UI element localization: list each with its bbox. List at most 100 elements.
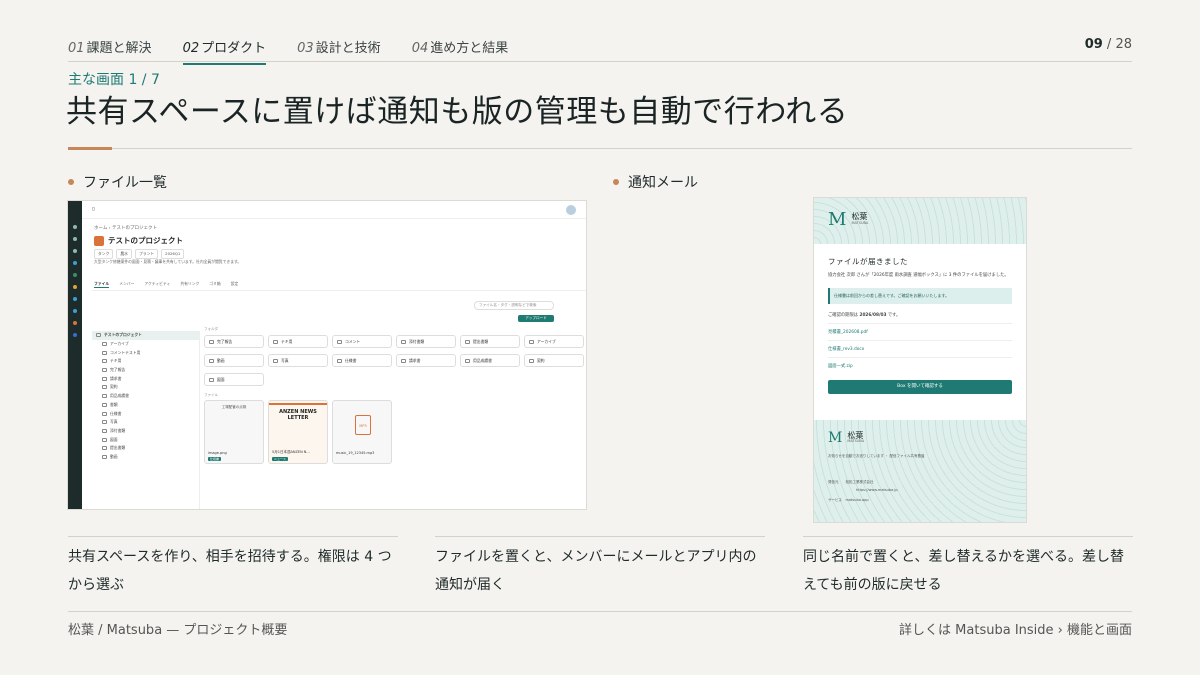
rail-icon — [73, 261, 77, 265]
tree-item[interactable]: 仕様書 — [92, 409, 199, 418]
footer-url[interactable]: https://www.matsuba.jp — [856, 488, 898, 492]
tree-item[interactable]: 添付書類 — [92, 427, 199, 436]
tree-item[interactable]: 書類 — [92, 401, 199, 410]
folder-icon — [102, 350, 107, 355]
due-prefix: ご確認の期限は — [828, 312, 859, 318]
folder-icon — [465, 339, 470, 344]
files-heading: ファイル — [204, 393, 218, 397]
tab-members[interactable]: メンバー — [119, 281, 134, 288]
folder-card[interactable]: 用品成績書 — [460, 354, 520, 367]
folder-name: コメント — [345, 338, 361, 344]
tree-item[interactable]: 図面 — [92, 435, 199, 444]
search-input[interactable]: ファイル名・タグ・説明などで検索 — [474, 301, 554, 310]
folder-card[interactable]: 写真 — [268, 354, 328, 367]
folder-icon — [102, 454, 107, 459]
folder-icon — [102, 359, 107, 364]
app-main: ▯ ホーム › テストのプロジェクト テストのプロジェクト タンク 農水 プラン… — [82, 201, 586, 509]
audio-file-icon: MP3 — [355, 415, 371, 435]
folder-card[interactable]: 完了報告 — [204, 335, 264, 348]
nav-item-label: プロダクト — [201, 41, 267, 56]
folder-card[interactable]: 図面 — [204, 373, 264, 386]
folder-icon — [273, 358, 278, 363]
footer-company: 松松工業株式会社 — [845, 480, 874, 484]
title-accent-bar — [68, 147, 112, 150]
folder-name: 用品成績書 — [473, 357, 492, 363]
footer-link[interactable]: 詳しくは Matsuba Inside › 機能と画面 — [899, 619, 1132, 638]
total-pages: 28 — [1115, 37, 1132, 52]
tree-item[interactable]: コメントテスト用 — [92, 348, 199, 357]
folder-card[interactable]: 動画 — [204, 354, 264, 367]
project-header: テストのプロジェクト — [94, 235, 183, 246]
folder-icon — [465, 358, 470, 363]
rail-icon — [73, 297, 77, 301]
preview-accent — [269, 403, 327, 405]
file-name: image.png — [208, 451, 227, 455]
upload-button[interactable]: アップロード — [518, 315, 554, 322]
logo-text: 松葉 MATSUBA — [851, 212, 868, 226]
nav-item-number: 01 — [68, 41, 85, 56]
due-text: ご確認の期限は 2026/08/03 です。 — [828, 312, 1012, 318]
breadcrumb[interactable]: ホーム › テストのプロジェクト — [94, 225, 157, 231]
tree-item[interactable]: 動画 — [92, 453, 199, 462]
tab-settings[interactable]: 設定 — [231, 281, 239, 288]
folder-card[interactable]: 請求書 — [396, 354, 456, 367]
folder-card[interactable]: 仕様書 — [332, 354, 392, 367]
folder-icon — [337, 339, 342, 344]
app-tabs: ファイル メンバー アクティビティ 共有リンク ゴミ箱 設定 — [94, 281, 238, 288]
folder-card[interactable]: 添付書類 — [396, 335, 456, 348]
divider — [803, 536, 1133, 537]
tree-item[interactable]: アーカイブ — [92, 340, 199, 349]
folder-icon — [102, 342, 107, 347]
chip[interactable]: タンク — [94, 249, 114, 259]
folder-card[interactable]: コメント — [332, 335, 392, 348]
nav-item-number: 03 — [297, 41, 314, 56]
file-link[interactable]: 仕様書_rev3.docx — [828, 339, 1012, 357]
rail-icon — [73, 321, 77, 325]
chip[interactable]: 農水 — [116, 249, 132, 259]
folder-card[interactable]: アーカイブ — [524, 335, 584, 348]
nav-item-label: 進め方と結果 — [430, 41, 509, 56]
file-preview: 工場配管の点検 — [221, 405, 247, 409]
file-grid: フォルダ 完了報告 テキ用 コメント 添付書類 提出書類 アーカイブ 動画 写真… — [204, 327, 584, 509]
tree-item[interactable]: テキ用 — [92, 357, 199, 366]
tab-activity[interactable]: アクティビティ — [144, 281, 170, 288]
project-chips: タンク 農水 プラント 2026Q1 — [94, 249, 185, 259]
due-suffix: です。 — [887, 312, 901, 318]
file-card[interactable]: MP3 music_19_12345.mp3 — [332, 400, 392, 464]
divider — [68, 611, 1132, 612]
tab-trash[interactable]: ゴミ箱 — [209, 281, 220, 288]
panel-icon[interactable]: ▯ — [92, 207, 94, 212]
folder-card[interactable]: テキ用 — [268, 335, 328, 348]
tab-share-links[interactable]: 共有リンク — [180, 281, 199, 288]
folder-icon — [102, 437, 107, 442]
tree-item[interactable]: 用品成績書 — [92, 392, 199, 401]
folder-icon — [401, 339, 406, 344]
tree-item[interactable]: テストのプロジェクト — [92, 331, 199, 340]
file-card[interactable]: 工場配管の点検 image.png 仕様書 — [204, 400, 264, 464]
open-box-button[interactable]: Box を開いて確認する — [828, 379, 1012, 394]
footer-note: お知らせを自動でお送りしています ・ 配信ファイル共有基盤 — [828, 454, 925, 458]
tab-files[interactable]: ファイル — [94, 281, 110, 288]
app-rail — [68, 201, 82, 509]
email-heading: ファイルが届きました — [828, 257, 908, 266]
footer-label: 発信元 — [828, 480, 839, 484]
tree-item[interactable]: 写真 — [92, 418, 199, 427]
chip[interactable]: 2026Q1 — [161, 249, 185, 259]
file-link[interactable]: 図面一式.zip — [828, 356, 1012, 374]
file-link[interactable]: 見積書_202608.pdf — [828, 322, 1012, 340]
project-name: テストのプロジェクト — [108, 236, 183, 245]
folder-card[interactable]: 契約 — [524, 354, 584, 367]
file-card[interactable]: ANZEN NEWS LETTER 5月1日本週ANZEN N... ニュース — [268, 400, 328, 464]
tree-item-label: 図面 — [110, 436, 118, 442]
tree-item[interactable]: 完了報告 — [92, 366, 199, 375]
chip[interactable]: プラント — [134, 249, 159, 259]
footer-service[interactable]: matsuba.app — [846, 498, 869, 502]
tree-item[interactable]: 契約 — [92, 383, 199, 392]
folder-card[interactable]: 提出書類 — [460, 335, 520, 348]
tree-item[interactable]: 提出書類 — [92, 444, 199, 453]
user-avatar[interactable] — [566, 204, 576, 215]
email-message: 協力会社 次郎 さんが「2026年度 雨水調査 道幅ボックス」に 3 件のファイ… — [828, 273, 1009, 278]
page-title: 共有スペースに置けば通知も版の管理も自動で行われる — [66, 94, 849, 130]
tree-item[interactable]: 請求書 — [92, 374, 199, 383]
file-name: 5月1日本週ANZEN N... — [272, 450, 310, 454]
